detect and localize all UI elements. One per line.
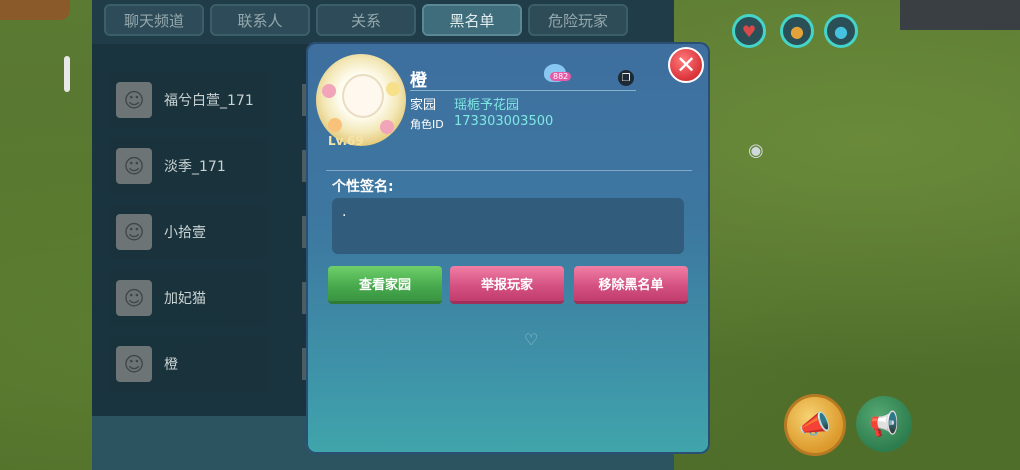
- close-icon: ✕: [675, 51, 697, 79]
- flower-deco: [380, 120, 394, 134]
- social-tabs: 聊天频道 联系人 关系 黑名单 危险玩家: [104, 4, 628, 40]
- player-name: 加妃猫: [164, 291, 206, 307]
- tab-blacklist[interactable]: 黑名单: [422, 4, 522, 36]
- eye-icon[interactable]: ◉: [748, 140, 770, 162]
- scene-wall: [900, 0, 1020, 30]
- divider: [410, 90, 636, 91]
- avatar-face: [342, 74, 384, 118]
- heart-count: 882: [550, 72, 572, 81]
- home-value: 瑶栀予花园: [454, 98, 520, 113]
- player-name: 小拾壹: [164, 225, 206, 241]
- signature-box: .: [332, 198, 684, 254]
- report-player-button[interactable]: 举报玩家: [450, 266, 564, 304]
- copy-icon[interactable]: ❐: [618, 70, 634, 86]
- flower-deco: [386, 82, 400, 96]
- avatar: ☺: [116, 280, 152, 316]
- player-avatar: [316, 54, 406, 146]
- tab-chat-channel[interactable]: 聊天频道: [104, 4, 204, 36]
- role-id-label: 角色ID: [410, 118, 444, 131]
- signature-label: 个性签名:: [332, 179, 394, 195]
- tab-contacts[interactable]: 联系人: [210, 4, 310, 36]
- megaphone-icon[interactable]: 📣: [784, 394, 846, 456]
- avatar: ☺: [116, 82, 152, 118]
- view-home-button[interactable]: 查看家园: [328, 266, 442, 304]
- list-item[interactable]: ☺ 加妃猫: [108, 270, 268, 326]
- signature-text: .: [342, 204, 347, 220]
- tab-dangerous-players[interactable]: 危险玩家: [528, 4, 628, 36]
- divider: [326, 170, 692, 171]
- player-name: 橙: [410, 71, 427, 91]
- list-item[interactable]: ☺ 橙: [108, 336, 268, 392]
- health-heart-icon[interactable]: ♥: [732, 14, 766, 48]
- heart-icon: ♡: [524, 330, 539, 349]
- tab-relations[interactable]: 关系: [316, 4, 416, 36]
- popularity-heart-icon: 882: [544, 64, 572, 86]
- player-name: 淡季_171: [164, 159, 226, 175]
- flower-deco: [328, 118, 342, 132]
- loudspeaker-icon[interactable]: 📢: [856, 396, 912, 452]
- player-name: 福兮白萱_171: [164, 93, 254, 109]
- list-item[interactable]: ☺ 福兮白萱_171: [108, 72, 268, 128]
- list-item[interactable]: ☺ 淡季_171: [108, 138, 268, 194]
- close-button[interactable]: ✕: [668, 47, 704, 83]
- flower-deco: [322, 84, 336, 98]
- player-profile-dialog: ✕ Lv.69 橙 882 ❐ 家园 瑶栀予花园 角色ID 1733030035…: [306, 42, 710, 454]
- hunger-icon[interactable]: ●: [780, 14, 814, 48]
- home-label: 家园: [410, 98, 437, 113]
- player-name: 橙: [164, 357, 178, 373]
- avatar: ☺: [116, 214, 152, 250]
- remove-blacklist-button[interactable]: 移除黑名单: [574, 266, 688, 304]
- list-item[interactable]: ☺ 小拾壹: [108, 204, 268, 260]
- drawer-handle[interactable]: [64, 56, 70, 92]
- role-id-value: 173303003500: [454, 114, 554, 129]
- player-level: Lv.69: [328, 134, 364, 148]
- avatar: ☺: [116, 346, 152, 382]
- scene-block: [0, 0, 70, 20]
- water-drop-icon[interactable]: ●: [824, 14, 858, 48]
- avatar: ☺: [116, 148, 152, 184]
